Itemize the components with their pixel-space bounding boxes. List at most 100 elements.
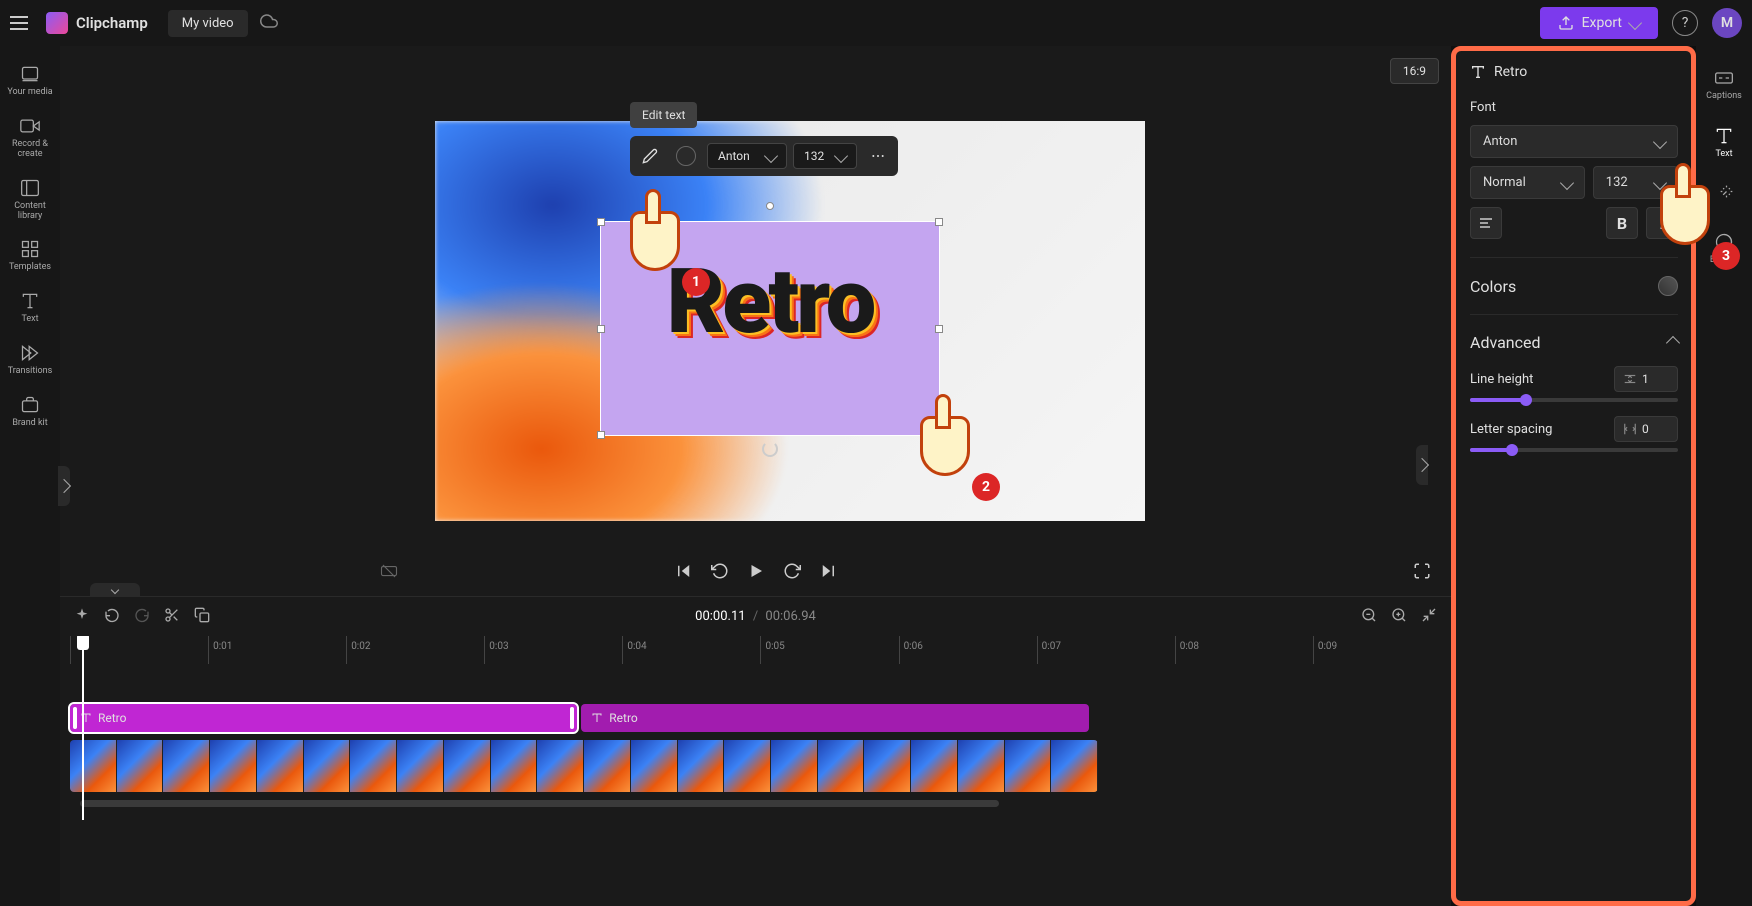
right-tab-captions[interactable]: Captions <box>1698 60 1750 110</box>
text-clip-2[interactable]: Retro <box>581 704 1088 732</box>
text-icon <box>1714 126 1734 146</box>
text-icon <box>591 712 603 724</box>
magic-button[interactable] <box>74 607 90 627</box>
captions-toggle[interactable] <box>380 562 398 580</box>
sidebar-label: Record & create <box>2 140 58 160</box>
playhead-handle[interactable] <box>77 636 89 650</box>
sidebar-item-your-media[interactable]: Your media <box>2 56 58 106</box>
text-icon <box>20 291 40 311</box>
video-thumbnail <box>397 740 444 792</box>
rewind-button[interactable] <box>711 562 729 580</box>
rotate-handle-bottom[interactable] <box>762 441 778 457</box>
hamburger-menu[interactable] <box>10 11 34 35</box>
timeline-collapse-toggle[interactable] <box>90 583 140 597</box>
clip-trim-right[interactable] <box>570 707 574 729</box>
export-label: Export <box>1582 15 1622 31</box>
play-button[interactable] <box>747 562 765 580</box>
resize-handle-tl[interactable] <box>597 218 605 226</box>
ruler-tick: 0:08 <box>1180 641 1199 652</box>
scrollbar-thumb[interactable] <box>80 800 999 807</box>
edit-text-button[interactable] <box>635 141 665 171</box>
sidebar-label: Transitions <box>8 367 53 377</box>
fullscreen-button[interactable] <box>1413 562 1431 580</box>
line-height-slider[interactable] <box>1470 398 1678 402</box>
timeline-scrollbar[interactable] <box>80 800 1431 810</box>
text-color-button[interactable] <box>671 141 701 171</box>
text-align-button[interactable] <box>1470 207 1502 239</box>
zoom-in-button[interactable] <box>1391 607 1407 627</box>
resize-handle-bl[interactable] <box>597 431 605 439</box>
selected-text-element[interactable]: Retro <box>600 221 940 436</box>
sidebar-item-templates[interactable]: Templates <box>2 231 58 281</box>
zoom-fit-button[interactable] <box>1421 607 1437 627</box>
sidebar-item-transitions[interactable]: Transitions <box>2 335 58 385</box>
transitions-icon <box>20 343 40 363</box>
skip-end-button[interactable] <box>819 562 837 580</box>
letter-spacing-input[interactable]: 0 <box>1614 416 1678 442</box>
project-name-field[interactable]: My video <box>168 10 248 37</box>
sidebar-item-brand-kit[interactable]: Brand kit <box>2 387 58 437</box>
clip-trim-left[interactable] <box>73 707 77 729</box>
letter-spacing-slider[interactable] <box>1470 448 1678 452</box>
copy-button[interactable] <box>194 607 210 627</box>
video-thumbnail <box>257 740 304 792</box>
help-button[interactable]: ? <box>1672 10 1698 36</box>
line-height-input[interactable]: 1 <box>1614 366 1678 392</box>
slider-knob[interactable] <box>1520 394 1532 406</box>
undo-button[interactable] <box>104 607 120 627</box>
sidebar-item-record-create[interactable]: Record & create <box>2 108 58 168</box>
redo-icon <box>134 607 150 623</box>
forward-button[interactable] <box>783 562 801 580</box>
advanced-section-toggle[interactable]: Advanced <box>1470 333 1678 352</box>
user-avatar[interactable]: M <box>1712 8 1742 38</box>
sidebar-item-content-library[interactable]: Content library <box>2 170 58 230</box>
canvas-text-content[interactable]: Retro <box>601 222 939 347</box>
bold-button[interactable]: B <box>1606 207 1638 239</box>
canvas-font-dropdown[interactable]: Anton <box>707 143 787 169</box>
video-clip[interactable] <box>70 740 1098 792</box>
timeline[interactable]: 0:01 0:02 0:03 0:04 0:05 0:06 0:07 0:08 … <box>60 636 1451 906</box>
video-thumbnail <box>537 740 584 792</box>
resize-handle-mr[interactable] <box>935 325 943 333</box>
font-family-dropdown[interactable]: Anton <box>1470 125 1678 158</box>
timeline-ruler[interactable]: 0:01 0:02 0:03 0:04 0:05 0:06 0:07 0:08 … <box>60 636 1451 664</box>
canvas-fontsize-dropdown[interactable]: 132 <box>793 143 857 169</box>
playhead[interactable] <box>82 636 84 820</box>
sidebar-label: Text <box>21 315 38 325</box>
right-tab-effects[interactable]: Effects <box>1698 224 1750 274</box>
ruler-tick: 0:03 <box>489 641 508 652</box>
ruler-tick: 0:09 <box>1318 641 1337 652</box>
resize-handle-ml[interactable] <box>597 325 605 333</box>
video-thumbnail <box>163 740 210 792</box>
sparkle-icon <box>74 607 90 623</box>
color-swatch-button[interactable] <box>1658 276 1678 296</box>
rotate-handle-top[interactable] <box>766 202 774 210</box>
camera-icon <box>20 116 40 136</box>
font-weight-dropdown[interactable]: Normal <box>1470 166 1585 199</box>
slider-knob[interactable] <box>1506 444 1518 456</box>
chevron-down-icon <box>111 586 119 594</box>
fit-icon <box>1421 607 1437 623</box>
right-tab-adjust[interactable] <box>1698 176 1750 216</box>
text-clip-1[interactable]: Retro <box>70 704 577 732</box>
right-tab-text[interactable]: Text <box>1698 118 1750 168</box>
resize-handle-tr[interactable] <box>935 218 943 226</box>
export-button[interactable]: Export <box>1540 7 1658 39</box>
redo-button[interactable] <box>134 607 150 627</box>
sidebar-label: Templates <box>9 263 51 273</box>
video-thumbnail <box>584 740 631 792</box>
more-options-button[interactable] <box>863 141 893 171</box>
chevron-down-icon <box>834 149 848 163</box>
split-button[interactable] <box>164 607 180 627</box>
resize-handle-br[interactable] <box>935 431 943 439</box>
italic-button[interactable]: I <box>1646 207 1678 239</box>
brandkit-icon <box>20 395 40 415</box>
wand-icon <box>1714 184 1734 204</box>
sidebar-item-text[interactable]: Text <box>2 283 58 333</box>
captions-off-icon <box>380 562 398 580</box>
properties-collapse-toggle[interactable] <box>1416 445 1428 485</box>
skip-start-button[interactable] <box>675 562 693 580</box>
font-size-dropdown[interactable]: 132 <box>1593 166 1678 199</box>
zoom-out-button[interactable] <box>1361 607 1377 627</box>
aspect-ratio-selector[interactable]: 16:9 <box>1390 58 1439 84</box>
